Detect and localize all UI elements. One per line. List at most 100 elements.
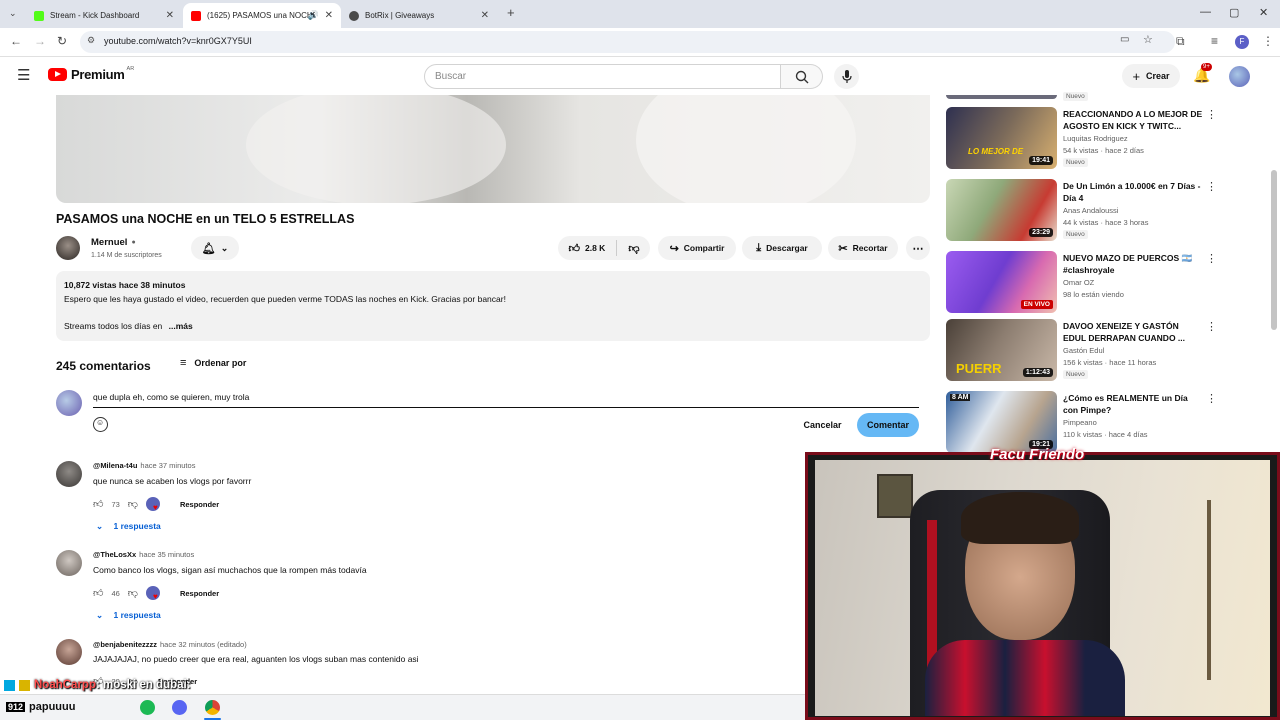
tab-kick-dashboard[interactable]: Stream - Kick Dashboard ✕ [26,3,182,28]
account-avatar[interactable] [1229,66,1250,87]
url-text[interactable]: youtube.com/watch?v=knr0GX7Y5UI [104,36,252,46]
show-more-link[interactable]: ...más [169,321,193,331]
tab-botrix[interactable]: BotRix | Giveaways ✕ [341,3,497,28]
chrome-icon[interactable] [205,700,220,715]
search-button[interactable] [781,64,823,89]
download-icon: ⤓ [756,241,762,254]
video-title[interactable]: REACCIONANDO A LO MEJOR DE AGOSTO EN KIC… [1063,108,1203,132]
tab-youtube-video[interactable]: (1625) PASAMOS una NOCHE 🔊 ✕ [183,3,341,28]
view-replies-button[interactable]: ⌄ 1 respuesta [96,521,161,532]
spotify-icon[interactable] [140,700,155,715]
channel-avatar[interactable] [56,236,80,260]
close-icon[interactable]: ✕ [166,10,174,21]
profile-avatar[interactable]: F [1235,35,1249,49]
video-thumbnail[interactable]: 23:29 [946,179,1057,241]
more-vert-icon[interactable]: ⋮ [1206,392,1217,405]
video-title[interactable]: NUEVO MAZO DE PUERCOS 🇦🇷 #clashroyale [1063,252,1203,276]
author-name[interactable]: @TheLosXx [93,550,136,559]
tab-search-icon[interactable]: ≡ [1211,34,1218,48]
video-thumbnail[interactable]: PUERR 1:12:43 [946,319,1057,381]
scrollbar[interactable] [1271,170,1277,330]
download-button[interactable]: ⤓ Descargar [742,236,822,260]
description-box[interactable]: 10,872 vistas hace 38 minutos Espero que… [56,271,930,341]
thumbs-down-icon[interactable]: 👎︎ [128,498,138,510]
like-button[interactable]: 👍︎ 2.8 K [569,242,606,255]
recommended-video[interactable]: EN VIVO NUEVO MAZO DE PUERCOS 🇦🇷 #clashr… [946,251,1266,317]
recommended-video[interactable]: 23:29 De Un Limón a 10.000€ en 7 Días - … [946,179,1266,245]
subscription-bell-button[interactable]: 🔔︎ ⌄ [191,236,239,260]
comment-input[interactable]: que dupla eh, como se quieren, muy trola [93,390,919,408]
video-thumbnail[interactable]: LO MEJOR DE 19:41 [946,107,1057,169]
video-thumbnail[interactable]: 8 AM 19:21 [946,391,1057,453]
reload-icon[interactable]: ↻ [57,34,67,48]
voice-search-button[interactable] [834,64,859,89]
reply-button[interactable]: Responder [180,589,219,598]
maximize-icon[interactable]: ▢ [1229,6,1239,19]
comment-author: @Milena-t4u hace 37 minutos [93,461,195,470]
recommended-video[interactable]: LO MEJOR DE 19:41 REACCIONANDO A LO MEJO… [946,107,1266,173]
comment-avatar[interactable] [56,461,82,487]
back-icon[interactable]: ← [10,34,22,48]
clip-button[interactable]: ✂ Recortar [828,236,898,260]
channel-name[interactable]: Pimpeano [1063,418,1097,427]
install-icon[interactable]: ▭ [1120,34,1129,45]
menu-icon[interactable]: ☰ [17,66,30,84]
channel-name[interactable]: Luquitas Rodriguez [1063,134,1128,143]
address-bar[interactable]: ⚙ youtube.com/watch?v=knr0GX7Y5UI ▭ ☆ [80,31,1175,53]
chevron-down-icon: ⌄ [96,521,104,531]
author-name[interactable]: @Milena-t4u [93,461,137,470]
recommended-video[interactable]: PUERR 1:12:43 DAVOO XENEIZE Y GASTÓN EDU… [946,319,1266,385]
chrome-menu-icon[interactable]: ⋮ [1262,34,1274,48]
comment-actions: 👍︎ 46 👎︎ ♥ Responder [93,586,219,601]
comment-avatar[interactable] [56,639,82,665]
submit-comment-button[interactable]: Comentar [857,413,919,437]
thumbs-down-icon[interactable]: 👎︎ [628,242,639,255]
new-tab-button[interactable]: + [507,5,515,20]
video-player[interactable] [56,95,930,203]
author-name[interactable]: @benjabenitezzzz [93,640,157,649]
close-icon[interactable]: ✕ [481,10,489,21]
comment-time[interactable]: hace 35 minutos [139,550,194,559]
reply-button[interactable]: Responder [180,500,219,509]
extensions-icon[interactable]: ⧉ [1176,34,1185,49]
video-meta: 98 lo están viendo [1063,290,1124,299]
video-title[interactable]: ¿Cómo es REALMENTE un Día con Pimpe? [1063,392,1203,416]
channel-name[interactable]: Mernuel ● [91,237,136,248]
close-icon[interactable]: ✕ [325,10,333,21]
window-close-icon[interactable]: ✕ [1259,6,1268,19]
video-title[interactable]: DAVOO XENEIZE Y GASTÓN EDUL DERRAPAN CUA… [1063,320,1203,344]
more-vert-icon[interactable]: ⋮ [1206,180,1217,193]
thumbs-up-icon[interactable]: 👍︎ [93,587,103,599]
thumbs-up-icon[interactable]: 👍︎ [93,498,103,510]
youtube-logo[interactable]: Premium AR [48,66,134,82]
minimize-icon[interactable]: — [1200,6,1211,18]
more-vert-icon[interactable]: ⋮ [1206,252,1217,265]
more-vert-icon[interactable]: ⋮ [1206,320,1217,333]
emoji-button[interactable]: ☺ [93,417,108,432]
forward-icon[interactable]: → [34,34,46,48]
discord-icon[interactable] [172,700,187,715]
channel-name[interactable]: Omar OZ [1063,278,1094,287]
tab-search-icon[interactable]: ⌄ [9,8,17,19]
speaker-icon[interactable]: 🔊 [308,10,319,21]
thumbs-down-icon[interactable]: 👎︎ [128,587,138,599]
site-info-icon[interactable]: ⚙ [87,35,95,46]
share-button[interactable]: ↪ Compartir [658,236,736,260]
search-input[interactable]: Buscar [424,64,781,89]
sort-button[interactable]: ≡ Ordenar por [180,357,246,369]
cancel-button[interactable]: Cancelar [795,413,850,437]
notifications-button[interactable]: 🔔 9+ [1193,63,1212,85]
view-replies-button[interactable]: ⌄ 1 respuesta [96,610,161,621]
channel-name[interactable]: Gastón Edul [1063,346,1104,355]
comment-avatar[interactable] [56,550,82,576]
more-actions-button[interactable]: ⋯ [906,236,930,260]
comment-time[interactable]: hace 37 minutos [140,461,195,470]
more-vert-icon[interactable]: ⋮ [1206,108,1217,121]
create-button[interactable]: + Crear [1122,64,1180,88]
video-thumbnail[interactable]: EN VIVO [946,251,1057,313]
channel-name[interactable]: Anas Andaloussi [1063,206,1118,215]
live-badge: EN VIVO [1020,300,1053,309]
video-title[interactable]: De Un Limón a 10.000€ en 7 Días - Día 4 [1063,180,1203,204]
bookmark-star-icon[interactable]: ☆ [1143,33,1153,46]
comment-time[interactable]: hace 32 minutos (editado) [160,640,247,649]
